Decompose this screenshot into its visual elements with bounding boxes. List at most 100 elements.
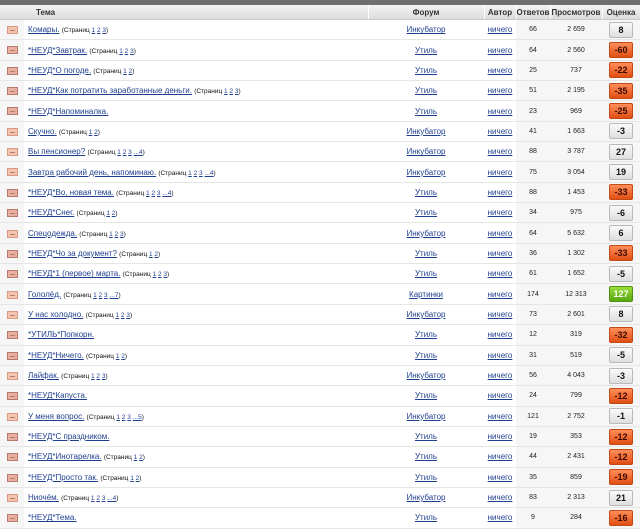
page-link[interactable]: 1 [92,27,96,34]
page-link[interactable]: 3 [127,414,131,421]
page-link[interactable]: 1 [89,129,93,136]
forum-link[interactable]: Утиль [415,391,437,400]
page-link[interactable]: ...7 [109,292,118,299]
page-link[interactable]: 1 [106,210,110,217]
author-link[interactable]: ничего [488,46,513,55]
forum-link[interactable]: Инкубатор [407,229,446,238]
topic-title-link[interactable]: *НЕУД*Как потратить заработанные деньги. [28,86,192,95]
author-link[interactable]: ничего [488,229,513,238]
author-link[interactable]: ничего [488,208,513,217]
author-link[interactable]: ничего [488,371,513,380]
column-header-topic[interactable]: Тема [0,5,369,20]
topic-title-link[interactable]: *НЕУД*1 (первое) марта. [28,269,120,278]
topic-title-link[interactable]: *НЕУД*Просто так. [28,473,98,482]
author-link[interactable]: ничего [488,269,513,278]
column-header-rating[interactable]: Оценка [602,5,640,20]
author-link[interactable]: ничего [488,290,513,299]
page-link[interactable]: 1 [91,373,95,380]
page-link[interactable]: 1 [117,149,121,156]
page-link[interactable]: 3 [104,292,108,299]
page-link[interactable]: 2 [158,271,162,278]
author-link[interactable]: ничего [488,452,513,461]
page-link[interactable]: 1 [123,68,127,75]
page-link[interactable]: 2 [125,48,129,55]
topic-title-link[interactable]: *НЕУД*Тема. [28,513,77,522]
topic-title-link[interactable]: У меня вопрос. [28,412,84,421]
author-link[interactable]: ничего [488,127,513,136]
page-link[interactable]: 2 [121,312,125,319]
page-link[interactable]: 3 [128,149,132,156]
page-link[interactable]: 2 [97,27,101,34]
page-link[interactable]: 1 [146,190,150,197]
page-link[interactable]: ...4 [134,149,143,156]
author-link[interactable]: ничего [488,351,513,360]
page-link[interactable]: 2 [96,373,100,380]
author-link[interactable]: ничего [488,391,513,400]
page-link[interactable]: 2 [151,190,155,197]
topic-title-link[interactable]: *НЕУД*О погоде. [28,66,91,75]
topic-title-link[interactable]: Ниочём. [28,493,59,502]
forum-link[interactable]: Утиль [415,452,437,461]
topic-title-link[interactable]: *НЕУД*Капуста. [28,391,87,400]
forum-link[interactable]: Инкубатор [407,168,446,177]
forum-link[interactable]: Утиль [415,188,437,197]
topic-title-link[interactable]: *НЕУД*Напоминалка. [28,107,108,116]
forum-link[interactable]: Инкубатор [407,493,446,502]
page-link[interactable]: 1 [224,88,228,95]
forum-link[interactable]: Инкубатор [407,127,446,136]
topic-title-link[interactable]: У нас холодно. [28,310,83,319]
page-link[interactable]: ...4 [107,495,116,502]
author-link[interactable]: ничего [488,107,513,116]
forum-link[interactable]: Утиль [415,86,437,95]
topic-title-link[interactable]: *НЕУД*Снег. [28,208,74,217]
page-link[interactable]: 1 [134,454,138,461]
forum-link[interactable]: Утиль [415,208,437,217]
forum-link[interactable]: Утиль [415,46,437,55]
topic-title-link[interactable]: *НЕУД*Инотарелка. [28,452,102,461]
page-link[interactable]: 2 [115,231,119,238]
topic-title-link[interactable]: *НЕУД*С праздником. [28,432,109,441]
author-link[interactable]: ничего [488,25,513,34]
page-link[interactable]: 1 [93,292,97,299]
page-link[interactable]: 1 [119,48,123,55]
page-link[interactable]: 1 [116,414,120,421]
topic-title-link[interactable]: Завтра рабочий день, напоминаю. [28,168,156,177]
page-link[interactable]: 3 [102,495,106,502]
page-link[interactable]: 2 [122,414,126,421]
author-link[interactable]: ничего [488,493,513,502]
page-link[interactable]: 3 [199,170,203,177]
author-link[interactable]: ничего [488,310,513,319]
topic-title-link[interactable]: Комары. [28,25,59,34]
forum-link[interactable]: Утиль [415,66,437,75]
forum-link[interactable]: Картинки [409,290,443,299]
page-link[interactable]: 1 [91,495,95,502]
column-header-views[interactable]: Просмотров [550,5,603,20]
topic-title-link[interactable]: *НЕУД*Завтрак. [28,46,87,55]
page-link[interactable]: 1 [149,251,153,258]
column-header-author[interactable]: Автор [484,5,517,20]
author-link[interactable]: ничего [488,188,513,197]
forum-link[interactable]: Утиль [415,330,437,339]
forum-link[interactable]: Инкубатор [407,371,446,380]
page-link[interactable]: 1 [188,170,192,177]
page-link[interactable]: ...5 [133,414,142,421]
forum-link[interactable]: Инкубатор [407,412,446,421]
topic-title-link[interactable]: *НЕУД*Чо за документ? [28,249,117,258]
forum-link[interactable]: Утиль [415,473,437,482]
author-link[interactable]: ничего [488,86,513,95]
author-link[interactable]: ничего [488,249,513,258]
forum-link[interactable]: Утиль [415,513,437,522]
topic-title-link[interactable]: *УТИЛЬ*Попкорн. [28,330,94,339]
forum-link[interactable]: Утиль [415,432,437,441]
topic-title-link[interactable]: Скучно. [28,127,57,136]
page-link[interactable]: 2 [99,292,103,299]
forum-link[interactable]: Утиль [415,107,437,116]
author-link[interactable]: ничего [488,432,513,441]
page-link[interactable]: 1 [116,353,120,360]
forum-link[interactable]: Инкубатор [407,25,446,34]
page-link[interactable]: ...4 [204,170,213,177]
page-link[interactable]: 1 [115,312,119,319]
author-link[interactable]: ничего [488,168,513,177]
forum-link[interactable]: Утиль [415,249,437,258]
page-link[interactable]: 2 [96,495,100,502]
